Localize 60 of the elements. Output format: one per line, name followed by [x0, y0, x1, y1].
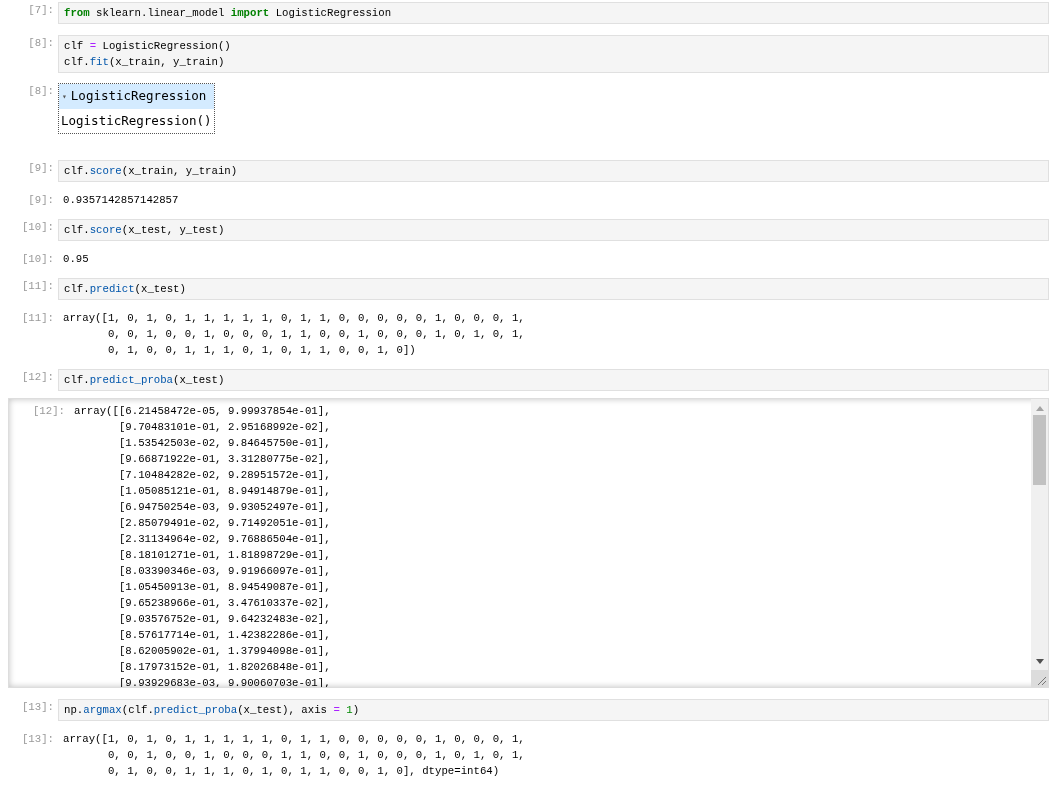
output-line: [6.94750254e-03, 9.93052497e-01], — [117, 499, 331, 515]
code-input[interactable]: np.argmax(clf.predict_proba(x_test), axis = 1) — [58, 698, 1049, 721]
cell-prompt: [13]: — [21, 699, 54, 715]
output-line: array([1, 0, 1, 0, 1, 1, 1, 1, 1, 0, 1, 1, 0, 0, 0, 0, 0, 1, 0, 0, 0, 1, — [63, 310, 525, 326]
scroll-up-icon[interactable] — [1035, 405, 1044, 411]
output-line: 0, 1, 0, 0, 1, 1, 1, 0, 1, 0, 1, 1, 0, 0, 1, 0], dtype=int64) — [106, 763, 500, 779]
output-line: [9.70483101e-01, 2.95168992e-02], — [117, 419, 331, 435]
cell-prompt: [12]: — [21, 369, 54, 385]
output-line: 0, 1, 0, 0, 1, 1, 1, 0, 1, 0, 1, 1, 0, 0, 1, 0]) — [106, 342, 416, 358]
output-line: 0.95 — [63, 251, 89, 267]
cell-prompt: [9]: — [28, 160, 54, 176]
output-line: [9.66871922e-01, 3.31280775e-02], — [117, 451, 331, 467]
output-line: [1.05450913e-01, 8.94549087e-01], — [117, 579, 331, 595]
output-line: array([[6.21458472e-05, 9.99937854e-01], — [74, 403, 331, 419]
estimator-header[interactable]: ▾ LogisticRegression — [59, 84, 214, 109]
output-line: [9.65238966e-01, 3.47610337e-02], — [117, 595, 331, 611]
output-line: [8.03390346e-03, 9.91966097e-01], — [117, 563, 331, 579]
cell-prompt: [7]: — [28, 3, 54, 18]
code-input[interactable]: clf = LogisticRegression() clf.fit(x_train, y_train) — [58, 35, 1049, 73]
resize-grip-icon[interactable] — [1037, 675, 1046, 685]
code-line: np.argmax(clf.predict_proba(x_test), axis = 1) — [64, 702, 360, 718]
output-line: array([1, 0, 1, 0, 1, 1, 1, 1, 1, 0, 1, 1, 0, 0, 0, 0, 0, 1, 0, 0, 0, 1, — [63, 731, 525, 747]
code-input[interactable]: clf.predict(x_test) — [58, 277, 1049, 300]
code-line: from sklearn.linear_model import LogisticRegression — [64, 6, 392, 21]
code-line: clf.fit(x_train, y_train) — [64, 55, 225, 70]
code-input[interactable]: clf.predict_proba(x_test) — [58, 368, 1049, 391]
cell-prompt: [12]: — [32, 403, 65, 419]
output-line: [1.53542503e-02, 9.84645750e-01], — [117, 435, 331, 451]
output-line: [1.05085121e-01, 8.94914879e-01], — [117, 483, 331, 499]
code-input[interactable]: clf.score(x_train, y_train) — [58, 159, 1049, 182]
code-line: clf.predict_proba(x_test) — [64, 372, 225, 388]
cell-prompt: [9]: — [28, 192, 54, 208]
code-line: clf = LogisticRegression() — [64, 39, 231, 54]
scroll-down-icon[interactable] — [1035, 658, 1044, 664]
output-line: [8.57617714e-01, 1.42382286e-01], — [117, 627, 331, 643]
output-line: [8.17973152e-01, 1.82026848e-01], — [117, 659, 331, 675]
cell-prompt: [8]: — [28, 84, 54, 99]
output-line: [2.85079491e-02, 9.71492051e-01], — [117, 515, 331, 531]
cell-prompt: [10]: — [21, 219, 54, 235]
code-line: clf.predict(x_test) — [64, 281, 186, 297]
estimator-repr: LogisticRegression() — [60, 111, 213, 130]
output-line: [9.03576752e-01, 9.64232483e-02], — [117, 611, 331, 627]
output-line: [8.62005902e-01, 1.37994098e-01], — [117, 643, 331, 659]
code-line: clf.score(x_test, y_test) — [64, 222, 225, 238]
cell-prompt: [11]: — [21, 310, 54, 326]
scrollbar[interactable] — [1031, 398, 1048, 687]
output-line: [8.18101271e-01, 1.81898729e-01], — [117, 547, 331, 563]
output-line: [7.10484282e-02, 9.28951572e-01], — [117, 467, 331, 483]
output-line: 0, 0, 1, 0, 0, 1, 0, 0, 0, 1, 1, 0, 0, 1, 0, 0, 0, 1, 0, 1, 0, 1, — [106, 326, 525, 342]
code-input[interactable]: clf.score(x_test, y_test) — [58, 218, 1049, 241]
code-line: clf.score(x_train, y_train) — [64, 163, 238, 179]
output-line: [2.31134964e-02, 9.76886504e-01], — [117, 531, 331, 547]
scrollbar-thumb[interactable] — [1033, 414, 1046, 485]
code-input[interactable]: from sklearn.linear_model import LogisticRegression — [58, 2, 1049, 24]
cell-prompt: [13]: — [21, 731, 54, 747]
cell-prompt: [10]: — [21, 251, 54, 267]
output-line: 0.9357142857142857 — [63, 192, 179, 208]
cell-prompt: [8]: — [28, 36, 54, 51]
cell-prompt: [11]: — [21, 278, 54, 294]
output-line: 0, 0, 1, 0, 0, 1, 0, 0, 0, 1, 1, 0, 0, 1, 0, 0, 0, 1, 0, 1, 0, 1, — [106, 747, 525, 763]
